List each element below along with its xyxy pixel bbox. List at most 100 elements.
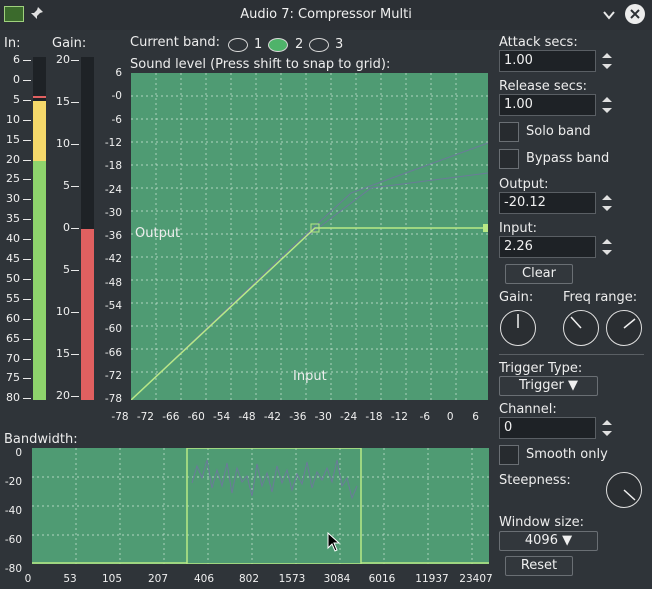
in-meter-green	[33, 161, 46, 400]
graph-y-tick: -54	[104, 300, 122, 312]
tick-mark	[23, 278, 31, 280]
bandwidth-x-tick: 53	[63, 573, 77, 585]
tick-mark	[23, 239, 31, 241]
in-label: In:	[4, 36, 21, 51]
bandwidth-grid	[32, 448, 489, 564]
mouse-cursor-icon	[327, 531, 341, 556]
gain-meter-tick: 5	[63, 263, 70, 276]
in-meter-tick: 10	[6, 112, 20, 126]
channel-input[interactable]: 0	[499, 417, 596, 439]
channel-label: Channel:	[499, 402, 557, 417]
freq-low-knob[interactable]	[563, 310, 599, 346]
release-input[interactable]: 1.00	[499, 94, 596, 116]
graph-y-tick: -18	[104, 160, 122, 173]
bandwidth-y-tick: -20	[4, 476, 22, 488]
release-label: Release secs:	[499, 79, 587, 94]
output-spinner-icon[interactable]	[600, 192, 614, 214]
in-meter-tick: 20	[6, 152, 20, 166]
bandwidth-x-tick: 23407	[459, 573, 493, 585]
bandwidth-x-tick: 1573	[278, 573, 306, 585]
gain-meter-tick: 5	[63, 179, 70, 192]
in-meter-tick: 55	[6, 291, 20, 305]
in-meter-peak	[33, 96, 46, 98]
close-icon[interactable]	[625, 4, 645, 24]
graph-y-tick: -48	[104, 276, 122, 289]
bandwidth-graph[interactable]	[32, 448, 489, 564]
in-meter-tick: 70	[6, 351, 20, 365]
tick-mark	[23, 398, 31, 400]
window-size-dropdown[interactable]: 4096 ▼	[499, 531, 598, 551]
band-radio-3[interactable]	[309, 38, 329, 52]
trigger-dropdown[interactable]: Trigger ▼	[499, 376, 598, 396]
tick-mark	[71, 396, 79, 397]
tick-mark	[23, 99, 31, 101]
in-meter-tick: 5	[13, 92, 20, 106]
solo-band-checkbox[interactable]	[499, 122, 519, 142]
steepness-knob[interactable]	[606, 472, 642, 508]
input-input[interactable]: 2.26	[499, 236, 596, 258]
graph-y-tick: -30	[104, 206, 122, 219]
tick-mark	[23, 79, 31, 81]
tick-mark	[23, 318, 31, 320]
input-label: Input:	[499, 221, 538, 236]
tick-mark	[71, 228, 79, 229]
release-spinner-icon[interactable]	[600, 94, 614, 116]
output-input[interactable]: -20.12	[499, 192, 596, 214]
trigger-type-label: Trigger Type:	[499, 361, 583, 376]
bandwidth-x-tick: 105	[101, 573, 123, 585]
tick-mark	[23, 139, 31, 141]
in-meter-tick: 35	[6, 212, 20, 226]
smooth-only-label: Smooth only	[526, 447, 608, 462]
in-meter-tick: 25	[6, 172, 20, 186]
bandwidth-x-tick: 207	[147, 573, 169, 585]
reset-button[interactable]: Reset	[505, 556, 573, 576]
attack-label: Attack secs:	[499, 35, 578, 50]
dropdown-arrow-icon: ▼	[567, 378, 578, 393]
tick-mark	[71, 60, 79, 61]
gain-meter-tick: 10	[56, 305, 70, 318]
channel-spinner-icon[interactable]	[600, 417, 614, 439]
bandwidth-y-tick: 0	[15, 447, 22, 459]
graph-y-tick: -36	[104, 230, 122, 243]
bandwidth-label: Bandwidth:	[4, 432, 78, 447]
attack-input[interactable]: 1.00	[499, 50, 596, 72]
in-meter-tick: 0	[13, 72, 20, 86]
band-radio-2[interactable]	[268, 38, 288, 52]
band-option-1: 1	[254, 37, 263, 52]
compression-graph[interactable]: Output Input	[131, 73, 488, 400]
tick-mark	[23, 298, 31, 300]
bypass-band-checkbox[interactable]	[499, 149, 519, 169]
graph-grid	[131, 73, 488, 400]
graph-y-tick: -42	[104, 253, 122, 266]
divider	[499, 354, 644, 355]
gain-meter-label: Gain:	[52, 36, 87, 51]
graph-y-tick: -66	[104, 346, 122, 359]
graph-y-tick: -6	[111, 113, 122, 126]
gain-knob[interactable]	[500, 310, 536, 346]
gain-meter-tick: 15	[56, 95, 70, 108]
in-meter-tick: 50	[6, 271, 20, 285]
in-meter-tick: 60	[6, 311, 20, 325]
trigger-value: Trigger	[519, 378, 564, 393]
tick-mark	[71, 354, 79, 355]
attack-spinner-icon[interactable]	[600, 50, 614, 72]
in-meter-tick: 45	[6, 252, 20, 265]
bandwidth-y-tick: -60	[4, 534, 22, 546]
in-meter-tick: 65	[6, 331, 20, 345]
gain-meter-tick: 20	[56, 53, 70, 66]
chevron-down-icon[interactable]	[602, 8, 616, 26]
clear-button[interactable]: Clear	[505, 264, 573, 284]
gain-meter-tick: 10	[56, 137, 70, 150]
smooth-only-checkbox[interactable]	[499, 445, 519, 465]
graph-y-tick: -78	[104, 393, 122, 406]
window-size-label: Window size:	[499, 515, 584, 530]
graph-input-label: Input	[293, 369, 327, 384]
bandwidth-y-tick: -40	[4, 505, 22, 517]
window-title: Audio 7: Compressor Multi	[240, 7, 412, 22]
input-spinner-icon[interactable]	[600, 236, 614, 258]
tick-mark	[23, 119, 31, 121]
freq-high-knob[interactable]	[606, 310, 642, 346]
band-radio-1[interactable]	[228, 38, 248, 52]
title-bar: Audio 7: Compressor Multi	[0, 0, 652, 30]
graph-y-tick: 6	[115, 67, 122, 79]
